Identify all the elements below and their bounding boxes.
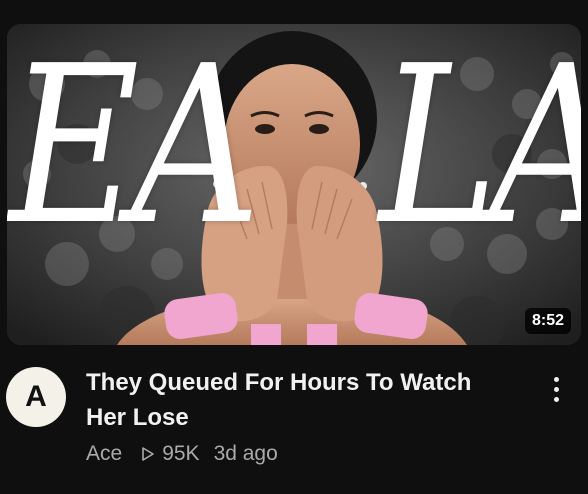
view-count-value: 95K <box>162 442 200 465</box>
video-card: EA LA 8:52 A They Queued For Hours To Wa… <box>0 0 588 494</box>
view-count: 95K <box>140 442 200 466</box>
video-metadata: Ace 95K 3d ago <box>86 442 278 466</box>
more-vert-icon[interactable] <box>544 371 568 407</box>
channel-avatar[interactable]: A <box>6 367 66 427</box>
play-outline-icon <box>142 447 154 461</box>
menu-dot <box>553 376 559 382</box>
video-duration-badge: 8:52 <box>524 308 571 334</box>
menu-dot <box>553 396 559 402</box>
menu-dot <box>553 386 559 392</box>
video-title[interactable]: They Queued For Hours To Watch Her Lose <box>86 365 516 435</box>
upload-age: 3d ago <box>213 442 278 465</box>
video-thumbnail[interactable]: EA LA 8:52 <box>7 24 581 345</box>
channel-name[interactable]: Ace <box>86 442 122 466</box>
thumbnail-overlay-text-left: EA <box>9 24 260 273</box>
channel-avatar-letter: A <box>25 380 47 413</box>
thumbnail-overlay-text-right: LA <box>379 24 581 273</box>
